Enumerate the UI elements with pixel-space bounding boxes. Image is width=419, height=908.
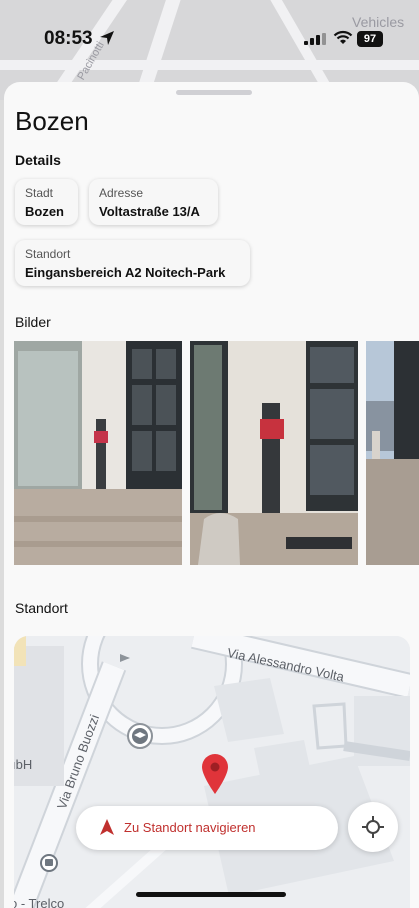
status-time: 08:53 [44,28,93,49]
sheet-grabber[interactable] [176,90,252,95]
location-card: Standort Eingansbereich A2 Noitech-Park [15,240,250,286]
crosshair-icon [362,816,384,838]
school-poi-icon[interactable] [126,722,154,750]
detail-sheet: Bozen Details Stadt Bozen Adresse Voltas… [4,82,419,908]
images-heading: Bilder [15,314,51,330]
location-pin-icon[interactable] [202,754,228,794]
status-bar: 08:53 97 [0,0,419,78]
navigate-button[interactable]: Zu Standort navigieren [76,806,338,850]
recenter-button[interactable] [348,802,398,852]
navigation-arrow-icon [100,819,114,835]
city-value: Bozen [25,204,64,219]
location-arrow-icon [100,31,114,45]
gallery-photo-2[interactable] [190,341,358,565]
address-card: Adresse Voltastraße 13/A [89,179,218,225]
map-label-left-top: ıbH [14,757,33,772]
gallery-photo-3[interactable] [366,341,419,565]
navigate-label: Zu Standort navigieren [124,820,256,835]
map-label-left-bottom: o - Trelco [14,896,65,908]
location-value: Eingansbereich A2 Noitech-Park [25,265,226,280]
city-label: Stadt [25,186,54,200]
address-label: Adresse [99,186,144,200]
city-card: Stadt Bozen [15,179,78,225]
details-heading: Details [15,152,61,168]
image-gallery[interactable] [14,341,419,565]
battery-indicator: 97 [357,31,383,47]
wifi-icon [333,30,353,44]
location-heading: Standort [15,600,68,616]
home-indicator[interactable] [136,892,286,897]
cellular-signal-icon [304,33,326,45]
gallery-photo-1[interactable] [14,341,182,565]
bus-stop-icon[interactable] [40,854,58,872]
location-map[interactable]: Via Alessandro Volta Via Bruno Buozzi ıb… [14,636,410,908]
page-title: Bozen [15,106,89,136]
address-value: Voltastraße 13/A [99,204,200,219]
location-label: Standort [25,247,71,261]
